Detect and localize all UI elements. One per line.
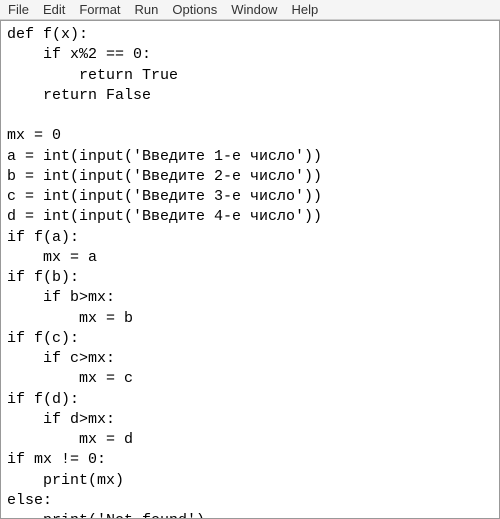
menu-help[interactable]: Help (291, 2, 318, 17)
menu-edit[interactable]: Edit (43, 2, 65, 17)
editor-window: File Edit Format Run Options Window Help… (0, 0, 500, 519)
menu-file[interactable]: File (8, 2, 29, 17)
code-content[interactable]: def f(x): if x%2 == 0: return True retur… (1, 21, 499, 519)
code-editor[interactable]: def f(x): if x%2 == 0: return True retur… (0, 20, 500, 519)
menubar: File Edit Format Run Options Window Help (0, 0, 500, 20)
menu-run[interactable]: Run (135, 2, 159, 17)
menu-window[interactable]: Window (231, 2, 277, 17)
menu-format[interactable]: Format (79, 2, 120, 17)
menu-options[interactable]: Options (172, 2, 217, 17)
